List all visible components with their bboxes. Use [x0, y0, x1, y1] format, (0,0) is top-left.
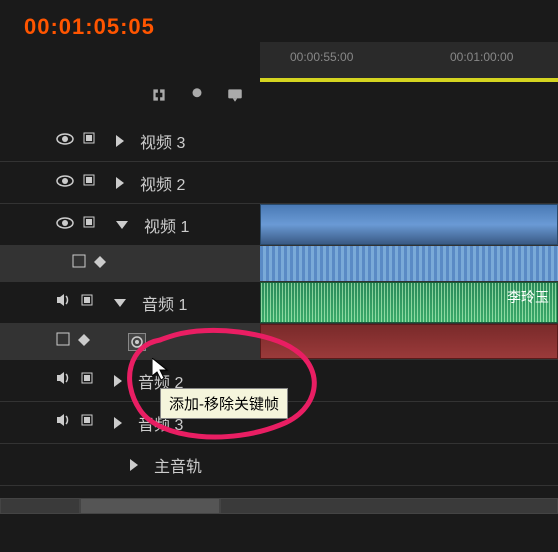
- track-content[interactable]: [260, 204, 558, 245]
- scroll-thumb[interactable]: [80, 498, 220, 514]
- clip-label: 李玲玉: [507, 287, 549, 307]
- fx-icon[interactable]: [56, 332, 70, 351]
- track-video-2[interactable]: 视频 2: [0, 162, 558, 204]
- track-content[interactable]: [260, 444, 558, 485]
- video-clip-strip[interactable]: [260, 246, 558, 281]
- marker-icon[interactable]: [188, 86, 206, 104]
- keyframe-diamond-icon[interactable]: [78, 333, 90, 351]
- timeline-ruler[interactable]: 00:00:55:00 00:01:00:00: [260, 42, 558, 82]
- scroll-track[interactable]: [220, 498, 558, 514]
- current-timecode: 00:01:05:05: [0, 0, 558, 40]
- speaker-icon[interactable]: [56, 413, 72, 432]
- track-video-3[interactable]: 视频 3: [0, 120, 558, 162]
- keyframe-diamond-icon[interactable]: [94, 255, 106, 273]
- expand-icon[interactable]: [116, 177, 124, 189]
- eye-icon[interactable]: [56, 132, 74, 150]
- timeline-scrollbar[interactable]: [0, 498, 558, 514]
- lock-icon[interactable]: [80, 293, 94, 312]
- audio-clip[interactable]: 李玲玉: [260, 282, 558, 323]
- track-content[interactable]: 李玲玉: [260, 282, 558, 323]
- keyframe-tooltip: 添加-移除关键帧: [160, 388, 288, 419]
- track-video-1-sub[interactable]: [0, 246, 558, 282]
- track-video-1[interactable]: 视频 1: [0, 204, 558, 246]
- add-remove-keyframe-button[interactable]: [128, 333, 146, 351]
- speaker-icon[interactable]: [56, 371, 72, 390]
- fx-icon[interactable]: [72, 254, 86, 273]
- track-label: 主音轨: [154, 453, 202, 477]
- track-content[interactable]: [260, 360, 558, 401]
- scroll-left-button[interactable]: [0, 498, 80, 514]
- track-label: 视频 2: [140, 171, 185, 195]
- track-content[interactable]: [260, 162, 558, 203]
- snap-icon[interactable]: [150, 86, 168, 104]
- audio-clip-envelope[interactable]: [260, 324, 558, 359]
- track-label: 视频 3: [140, 129, 185, 153]
- lock-icon[interactable]: [80, 371, 94, 390]
- lock-icon[interactable]: [82, 215, 96, 234]
- collapse-icon[interactable]: [116, 221, 128, 229]
- track-label: 音频 1: [142, 291, 187, 315]
- ruler-playhead-range: [260, 78, 558, 82]
- lock-icon[interactable]: [82, 131, 96, 150]
- timeline-toolbar: [150, 86, 244, 104]
- expand-icon[interactable]: [130, 459, 138, 471]
- track-audio-1-sub[interactable]: [0, 324, 558, 360]
- track-content[interactable]: [260, 120, 558, 161]
- ruler-tick: 00:00:55:00: [290, 50, 353, 64]
- track-label: 视频 1: [144, 213, 189, 237]
- tracks-panel: 视频 3 视频 2 视频 1: [0, 120, 558, 486]
- collapse-icon[interactable]: [114, 299, 126, 307]
- comment-icon[interactable]: [226, 86, 244, 104]
- eye-icon[interactable]: [56, 174, 74, 192]
- expand-icon[interactable]: [114, 375, 122, 387]
- track-content[interactable]: [260, 324, 558, 359]
- lock-icon[interactable]: [80, 413, 94, 432]
- track-audio-1[interactable]: 音频 1 李玲玉: [0, 282, 558, 324]
- ruler-tick: 00:01:00:00: [450, 50, 513, 64]
- mouse-cursor-icon: [152, 358, 172, 389]
- expand-icon[interactable]: [114, 417, 122, 429]
- track-content[interactable]: [260, 246, 558, 281]
- speaker-icon[interactable]: [56, 293, 72, 312]
- expand-icon[interactable]: [116, 135, 124, 147]
- track-master-audio[interactable]: 主音轨: [0, 444, 558, 486]
- track-content[interactable]: [260, 402, 558, 443]
- eye-icon[interactable]: [56, 216, 74, 234]
- lock-icon[interactable]: [82, 173, 96, 192]
- video-clip[interactable]: [260, 204, 558, 245]
